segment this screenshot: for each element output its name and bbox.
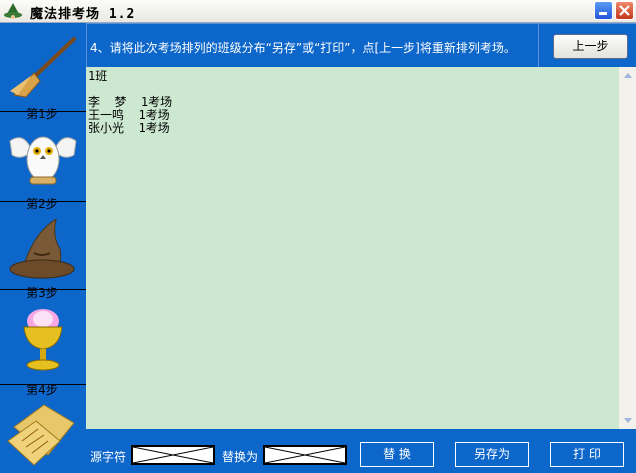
instruction-text: 4、请将此次考场排列的班级分布“另存”或“打印”，点[上一步]将重新排列考场。 bbox=[90, 41, 516, 55]
previous-step-button[interactable]: 上一步 bbox=[553, 34, 628, 59]
goblet-icon[interactable] bbox=[4, 303, 82, 375]
vertical-scrollbar[interactable] bbox=[619, 67, 636, 429]
close-button[interactable] bbox=[615, 1, 634, 20]
window-title: 魔法排考场 1.2 bbox=[30, 7, 136, 22]
replace-label: 替换为 bbox=[222, 450, 259, 464]
sorting-hat-icon[interactable] bbox=[4, 213, 82, 285]
result-textarea[interactable]: 1班 李 梦 1考场 王一鸣 1考场 张小光 1考场 bbox=[86, 67, 619, 429]
step-2-label[interactable]: 第2步 bbox=[0, 195, 84, 212]
instruction-bar: 4、请将此次考场排列的班级分布“另存”或“打印”，点[上一步]将重新排列考场。 bbox=[86, 23, 538, 67]
broom-icon[interactable] bbox=[4, 29, 82, 101]
parchment-icon[interactable] bbox=[4, 397, 82, 469]
result-editor: 1班 李 梦 1考场 王一鸣 1考场 张小光 1考场 bbox=[86, 67, 636, 429]
save-as-button[interactable]: 另存为 bbox=[455, 442, 529, 467]
wizard-app-icon bbox=[4, 3, 22, 19]
owl-icon[interactable] bbox=[4, 121, 82, 193]
replace-toolbar: 源字符 替换为 替 换 另存为 打 印 bbox=[86, 429, 636, 473]
scroll-down-icon[interactable] bbox=[619, 412, 636, 429]
step-sidebar: 第1步 第2步 第3步 第4步 bbox=[0, 23, 86, 473]
close-icon bbox=[619, 5, 630, 16]
scroll-up-icon[interactable] bbox=[619, 67, 636, 84]
replace-input[interactable] bbox=[263, 445, 347, 465]
replace-button[interactable]: 替 换 bbox=[360, 442, 434, 467]
prev-button-area: 上一步 bbox=[538, 23, 636, 67]
source-input[interactable] bbox=[131, 445, 215, 465]
source-label: 源字符 bbox=[90, 450, 127, 464]
print-button[interactable]: 打 印 bbox=[550, 442, 624, 467]
step-1-label[interactable]: 第1步 bbox=[0, 105, 84, 122]
step-4-label[interactable]: 第4步 bbox=[0, 381, 84, 398]
step-3-label[interactable]: 第3步 bbox=[0, 284, 84, 301]
minimize-button[interactable] bbox=[594, 1, 613, 20]
title-bar: 魔法排考场 1.2 bbox=[0, 0, 636, 23]
